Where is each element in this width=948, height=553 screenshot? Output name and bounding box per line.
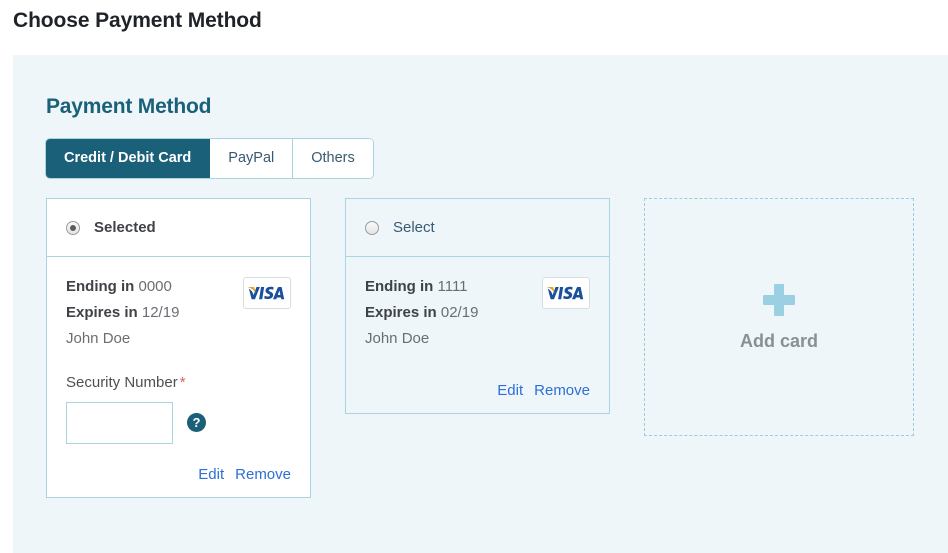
saved-card-unselected[interactable]: Select Ending in 1111 Expires in 02/19 J… xyxy=(345,198,610,414)
remove-card-link-1[interactable]: Remove xyxy=(235,466,291,483)
card-ending-value: 1111 xyxy=(437,278,468,295)
card-expires-value: 02/19 xyxy=(440,303,479,321)
security-number-label: Security Number * xyxy=(66,374,291,391)
edit-card-link-2[interactable]: Edit xyxy=(497,382,523,399)
visa-logo-icon xyxy=(542,277,590,309)
card-ending-value: 0000 xyxy=(138,278,172,295)
remove-card-link-2[interactable]: Remove xyxy=(534,382,590,399)
tab-others-label: Others xyxy=(311,149,355,166)
panel-heading: Payment Method xyxy=(46,95,212,118)
saved-card-selected-actions: Edit Remove xyxy=(66,466,291,483)
plus-icon xyxy=(762,283,796,317)
security-number-label-text: Security Number xyxy=(66,373,178,391)
card-expires-label: Expires in xyxy=(365,303,437,321)
security-number-row: ? xyxy=(66,401,291,444)
card-holder-name: John Doe xyxy=(365,329,430,347)
security-number-help-icon[interactable]: ? xyxy=(187,413,206,433)
payment-method-panel: Payment Method Credit / Debit Card PayPa… xyxy=(13,55,948,553)
security-number-input[interactable] xyxy=(66,401,173,444)
card-ending-label: Ending in xyxy=(365,278,434,295)
saved-card-selected-state-label: Selected xyxy=(94,219,156,236)
radio-button-card-1[interactable] xyxy=(66,220,80,235)
page-title: Choose Payment Method xyxy=(13,9,262,32)
tab-paypal-label: PayPal xyxy=(228,149,275,166)
card-expires-value: 12/19 xyxy=(141,303,180,321)
card-holder-name: John Doe xyxy=(66,329,131,347)
required-asterisk: * xyxy=(179,373,186,391)
tab-paypal[interactable]: PayPal xyxy=(210,139,294,178)
add-card-label: Add card xyxy=(739,330,818,351)
saved-cards-row: Selected Ending in 0000 Expires in 12/19… xyxy=(46,198,926,498)
saved-card-unselected-body: Ending in 1111 Expires in 02/19 John Doe… xyxy=(346,257,609,413)
saved-card-unselected-actions: Edit Remove xyxy=(365,382,590,399)
card-ending-label: Ending in xyxy=(66,278,135,295)
saved-card-unselected-state-label: Select xyxy=(393,219,435,236)
saved-card-selected-body: Ending in 0000 Expires in 12/19 John Doe… xyxy=(47,257,310,497)
tab-others[interactable]: Others xyxy=(293,139,373,178)
card-expires-label: Expires in xyxy=(66,303,138,321)
radio-button-card-2[interactable] xyxy=(365,220,379,235)
edit-card-link-1[interactable]: Edit xyxy=(198,466,224,483)
saved-card-selected-header[interactable]: Selected xyxy=(47,199,310,257)
payment-method-tabs: Credit / Debit Card PayPal Others xyxy=(46,139,373,178)
saved-card-unselected-header[interactable]: Select xyxy=(346,199,609,257)
saved-card-selected[interactable]: Selected Ending in 0000 Expires in 12/19… xyxy=(46,198,311,498)
tab-credit-debit-card[interactable]: Credit / Debit Card xyxy=(46,139,211,178)
visa-logo-icon xyxy=(243,277,291,309)
add-card-button[interactable]: Add card xyxy=(644,198,914,436)
tab-credit-debit-card-label: Credit / Debit Card xyxy=(64,149,192,166)
